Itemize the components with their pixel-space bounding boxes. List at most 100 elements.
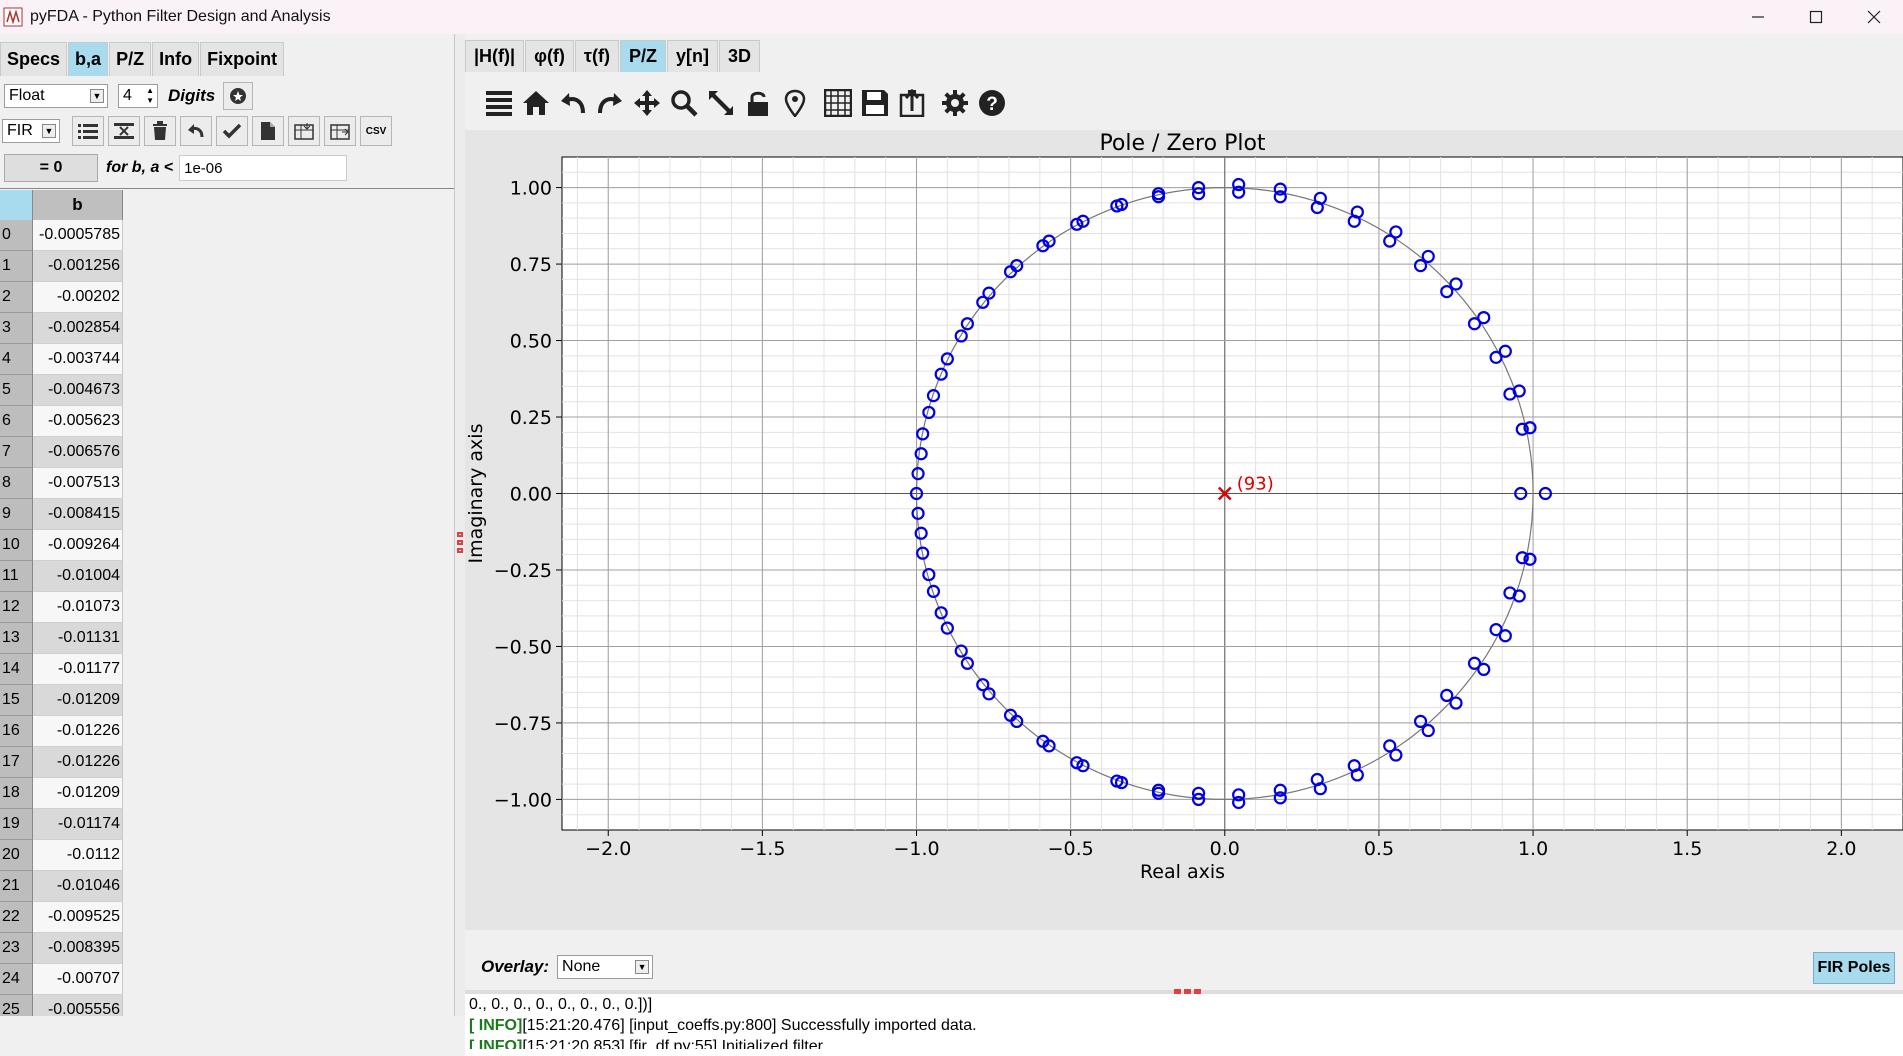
coefficient-cell[interactable]: -0.00202 (33, 282, 123, 313)
collapse-icon[interactable] (483, 87, 515, 119)
tab-group-delay[interactable]: τ(f) (574, 40, 619, 72)
table-row[interactable]: 16 -0.01226 (0, 716, 123, 747)
csv-options-button[interactable]: CSV (360, 116, 392, 146)
table-row[interactable]: 22 -0.009525 (0, 902, 123, 933)
coefficient-cell[interactable]: -0.01046 (33, 871, 123, 902)
tab-pole-zero[interactable]: P/Z (619, 40, 666, 72)
settings-icon[interactable] (939, 87, 971, 119)
redo-icon[interactable] (594, 87, 626, 119)
coefficient-cell[interactable]: -0.01209 (33, 685, 123, 716)
coefficient-cell[interactable]: -0.003744 (33, 344, 123, 375)
row-index[interactable]: 11 (0, 561, 33, 592)
undo-button[interactable] (180, 116, 212, 146)
plot-figure[interactable]: −2.0 −1.5 −1.0 −0.5 0.0 0.5 1.0 1.5 2.0 1.00 0.75 0… (465, 130, 1903, 930)
close-icon[interactable] (1845, 0, 1903, 34)
table-row[interactable]: 9 -0.008415 (0, 499, 123, 530)
lock-icon[interactable] (742, 87, 774, 119)
reset-format-button[interactable] (223, 82, 254, 110)
tab-specs[interactable]: Specs (0, 42, 68, 76)
coefficient-cell[interactable]: -0.01209 (33, 778, 123, 809)
table-row[interactable]: 3 -0.002854 (0, 313, 123, 344)
table-row[interactable]: 14 -0.01177 (0, 654, 123, 685)
row-index[interactable]: 1 (0, 251, 33, 282)
tab-phase[interactable]: φ(f) (525, 40, 574, 72)
row-index[interactable]: 9 (0, 499, 33, 530)
row-index[interactable]: 14 (0, 654, 33, 685)
tab-impulse-response[interactable]: y[n] (666, 40, 718, 72)
row-index[interactable]: 12 (0, 592, 33, 623)
undo-icon[interactable] (557, 87, 589, 119)
coefficient-cell[interactable]: -0.009525 (33, 902, 123, 933)
coefficient-cell[interactable]: -0.008415 (33, 499, 123, 530)
tab-magnitude[interactable]: |H(f)| (465, 40, 525, 72)
tab-pz[interactable]: P/Z (109, 42, 152, 76)
coefficient-cell[interactable]: -0.01174 (33, 809, 123, 840)
row-index[interactable]: 5 (0, 375, 33, 406)
row-index[interactable]: 10 (0, 530, 33, 561)
coefficient-cell[interactable]: -0.006576 (33, 437, 123, 468)
table-row[interactable]: 5 -0.004673 (0, 375, 123, 406)
table-row[interactable]: 19 -0.01174 (0, 809, 123, 840)
coefficient-cell[interactable]: -0.00707 (33, 964, 123, 995)
minimize-icon[interactable] (1729, 0, 1787, 34)
table-row[interactable]: 12 -0.01073 (0, 592, 123, 623)
row-index[interactable]: 21 (0, 871, 33, 902)
table-row[interactable]: 17 -0.01226 (0, 747, 123, 778)
coefficient-cell[interactable]: -0.007513 (33, 468, 123, 499)
row-index[interactable]: 3 (0, 313, 33, 344)
splitter-grip-icon[interactable] (456, 530, 464, 556)
apply-button[interactable] (216, 116, 248, 146)
row-index[interactable]: 18 (0, 778, 33, 809)
coefficient-cell[interactable]: -0.008395 (33, 933, 123, 964)
tab-fixpoint[interactable]: Fixpoint (200, 42, 285, 76)
log-console[interactable]: 0., 0., 0., 0., 0., 0., 0., 0.])] [ INFO… (465, 994, 1903, 1056)
coefficient-cell[interactable]: -0.001256 (33, 251, 123, 282)
row-index[interactable]: 4 (0, 344, 33, 375)
tab-3d[interactable]: 3D (718, 40, 760, 72)
digits-spinbox[interactable]: 4 ▲ ▼ (118, 84, 158, 108)
coefficient-cell[interactable]: -0.01004 (33, 561, 123, 592)
table-row[interactable]: 15 -0.01209 (0, 685, 123, 716)
table-row[interactable]: 20 -0.0112 (0, 840, 123, 871)
coefficient-cell[interactable]: -0.01226 (33, 747, 123, 778)
coefficient-cell[interactable]: -0.002854 (33, 313, 123, 344)
row-index[interactable]: 19 (0, 809, 33, 840)
autoscale-icon[interactable] (705, 87, 737, 119)
column-header-b[interactable]: b (33, 190, 123, 220)
pan-icon[interactable] (631, 87, 663, 119)
row-index[interactable]: 8 (0, 468, 33, 499)
table-row[interactable]: 1 -0.001256 (0, 251, 123, 282)
row-index[interactable]: 25 (0, 995, 33, 1016)
panel-splitter[interactable] (455, 34, 465, 1016)
clear-table-button[interactable] (144, 116, 176, 146)
coefficient-cell[interactable]: -0.0112 (33, 840, 123, 871)
table-row[interactable]: 6 -0.005623 (0, 406, 123, 437)
table-row[interactable]: 2 -0.00202 (0, 282, 123, 313)
set-zero-button[interactable]: = 0 (4, 154, 98, 182)
load-file-button[interactable] (252, 116, 284, 146)
threshold-input[interactable]: 1e-06 (179, 155, 348, 181)
coefficient-cell[interactable]: -0.009264 (33, 530, 123, 561)
row-index[interactable]: 17 (0, 747, 33, 778)
table-row[interactable]: 4 -0.003744 (0, 344, 123, 375)
table-row[interactable]: 11 -0.01004 (0, 561, 123, 592)
overlay-select[interactable]: None ▼ (557, 955, 654, 979)
list-button[interactable] (72, 116, 104, 146)
coefficient-cell[interactable]: -0.01177 (33, 654, 123, 685)
zoom-icon[interactable] (668, 87, 700, 119)
row-index[interactable]: 13 (0, 623, 33, 654)
table-row[interactable]: 25 -0.005556 (0, 995, 123, 1016)
table-row[interactable]: 23 -0.008395 (0, 933, 123, 964)
row-index[interactable]: 20 (0, 840, 33, 871)
coefficient-cell[interactable]: -0.01131 (33, 623, 123, 654)
table-row[interactable]: 10 -0.009264 (0, 530, 123, 561)
table-row[interactable]: 7 -0.006576 (0, 437, 123, 468)
coefficient-cell[interactable]: -0.01226 (33, 716, 123, 747)
maximize-icon[interactable] (1787, 0, 1845, 34)
tab-info[interactable]: Info (152, 42, 200, 76)
coefficient-cell[interactable]: -0.005556 (33, 995, 123, 1016)
table-row[interactable]: 24 -0.00707 (0, 964, 123, 995)
row-index[interactable]: 15 (0, 685, 33, 716)
row-index[interactable]: 2 (0, 282, 33, 313)
tab-ba[interactable]: b,a (68, 42, 109, 76)
